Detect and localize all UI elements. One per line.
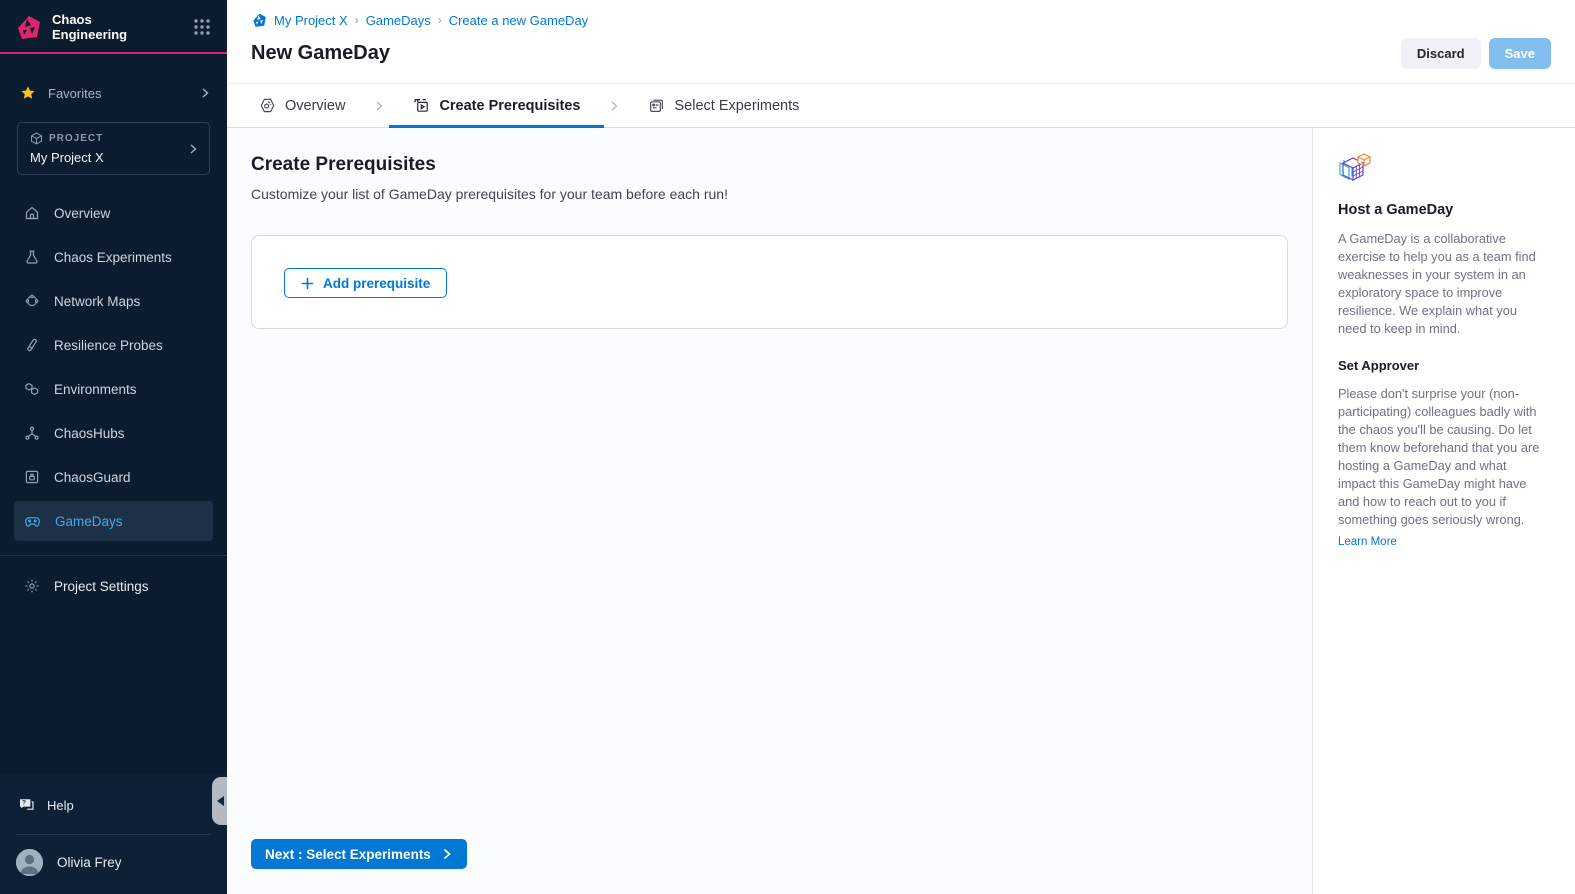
add-prerequisite-button[interactable]: Add prerequisite [284,268,447,298]
section-subheading: Customize your list of GameDay prerequis… [251,186,1288,202]
home-icon [24,205,40,221]
main-column: My Project X › GameDays › Create a new G… [227,0,1575,894]
wizard-tabs: Overview Create Prerequisites [227,84,1575,128]
sidebar-item-label: Network Maps [54,294,140,309]
sidebar-item-label: Project Settings [54,579,149,594]
prerequisites-card: Add prerequisite [251,235,1288,329]
chaos-module-icon [251,12,267,28]
chevron-right-icon [187,142,199,156]
cubes-illustration-icon [1338,152,1547,186]
breadcrumb: My Project X › GameDays › Create a new G… [251,10,1551,30]
breadcrumb-link-gamedays[interactable]: GameDays [366,13,431,28]
tab-label: Create Prerequisites [439,98,580,114]
sidebar-item-label: Chaos Experiments [54,250,172,265]
help-button[interactable]: ? Help [0,788,227,822]
cube-icon [30,132,43,145]
brand-title: Chaos Engineering [52,12,193,42]
app-switcher-icon[interactable] [193,18,211,36]
tab-separator [604,84,624,127]
user-menu[interactable]: Olivia Frey [0,835,227,894]
sidebar-item-environments[interactable]: Environments [0,367,227,411]
tab-overview[interactable]: Overview [235,84,369,127]
favorites-label: Favorites [48,86,199,101]
gear-icon [24,578,40,594]
user-name: Olivia Frey [57,855,122,870]
sidebar-item-gamedays[interactable]: GameDays [14,501,213,541]
chaos-logo-icon [14,13,42,41]
favorites-row[interactable]: Favorites [0,78,227,108]
sidebar-item-label: Environments [54,382,137,397]
sidebar-item-overview[interactable]: Overview [0,191,227,235]
sidebar-nav: Overview Chaos Experiments Network Maps [0,191,227,543]
tab-select-experiments[interactable]: Select Experiments [624,84,823,127]
sidebar-collapse-handle[interactable] [212,777,228,825]
learn-more-link[interactable]: Learn More [1338,536,1397,548]
help-bubble-icon: ? [18,797,35,813]
chevron-left-icon [217,796,224,806]
breadcrumb-separator: › [438,13,442,27]
work-area: Create Prerequisites Customize your list… [227,128,1312,894]
page-title: New GameDay [251,42,1401,65]
chevron-right-icon [441,848,453,860]
network-map-icon [24,293,40,309]
sidebar-item-label: ChaosGuard [54,470,131,485]
probe-icon [24,337,40,353]
tab-label: Overview [285,98,345,114]
flask-icon [24,249,40,265]
sidebar-item-chaosguard[interactable]: ChaosGuard [0,455,227,499]
project-label: PROJECT [49,133,103,144]
star-icon [20,85,36,101]
sidebar-footer: ? Help Olivia Frey [0,774,227,894]
sidebar-item-chaoshubs[interactable]: ChaosHubs [0,411,227,455]
help-panel-subtitle: Set Approver [1338,358,1547,373]
sidebar-item-label: Overview [54,206,110,221]
help-label: Help [47,798,74,813]
help-panel-intro: A GameDay is a collaborative exercise to… [1338,230,1547,338]
breadcrumb-link-project[interactable]: My Project X [274,13,348,28]
breadcrumb-separator: › [355,13,359,27]
sidebar-item-label: Resilience Probes [54,338,163,353]
sidebar-item-label: ChaosHubs [54,426,125,441]
sidebar-item-label: GameDays [55,514,123,529]
sidebar-item-resilience-probes[interactable]: Resilience Probes [0,323,227,367]
next-select-experiments-button[interactable]: Next : Select Experiments [251,839,467,869]
help-panel-title: Host a GameDay [1338,202,1547,218]
gamepad-icon [24,513,41,530]
next-button-label: Next : Select Experiments [265,847,431,862]
tab-create-prerequisites[interactable]: Create Prerequisites [389,84,604,127]
discard-button[interactable]: Discard [1401,38,1481,69]
sidebar: Chaos Engineering Favorites [0,0,227,894]
environments-icon [24,381,40,397]
sidebar-item-project-settings[interactable]: Project Settings [0,564,227,608]
hub-icon [24,425,40,441]
sidebar-item-network-maps[interactable]: Network Maps [0,279,227,323]
page-header: My Project X › GameDays › Create a new G… [227,0,1575,84]
project-selector[interactable]: PROJECT My Project X [17,122,210,175]
avatar [16,849,43,876]
sidebar-item-chaos-experiments[interactable]: Chaos Experiments [0,235,227,279]
plus-icon [301,277,314,290]
breadcrumb-link-current[interactable]: Create a new GameDay [449,13,588,28]
chevron-right-icon [199,87,211,99]
svg-text:?: ? [22,800,26,807]
overview-tab-icon [259,97,276,114]
tab-label: Select Experiments [674,98,799,114]
sidebar-divider [0,555,227,556]
tab-separator [369,84,389,127]
add-prerequisite-label: Add prerequisite [323,276,430,291]
experiments-tab-icon [648,97,665,114]
help-panel-approver-text: Please don't surprise your (non-particip… [1338,385,1547,529]
project-name: My Project X [30,150,187,165]
brand-header: Chaos Engineering [0,0,227,54]
help-panel: Host a GameDay A GameDay is a collaborat… [1312,128,1575,894]
save-button[interactable]: Save [1489,38,1551,69]
guard-lock-icon [24,469,40,485]
section-heading: Create Prerequisites [251,154,1288,176]
prerequisites-tab-icon [413,97,430,114]
